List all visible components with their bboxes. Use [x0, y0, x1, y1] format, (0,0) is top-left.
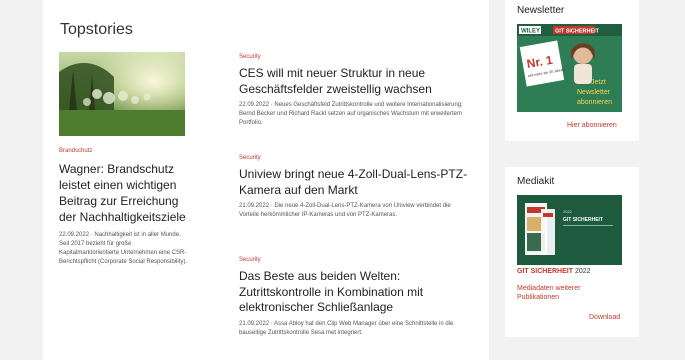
category-tag[interactable]: Brandschutz [59, 148, 189, 154]
mediakit-caption-year: 2022 [574, 268, 591, 275]
mediakit-caption: GIT SICHERHEIT 2022 [517, 268, 591, 275]
category-tag[interactable]: Security [239, 54, 469, 60]
category-tag[interactable]: Security [239, 257, 469, 263]
mediakit-brand: GIT SICHERHEIT [517, 268, 574, 275]
publications-link[interactable]: Mediadaten weiterer Publikationen [517, 284, 597, 302]
newsletter-banner-graphic: WILEY GIT SICHERHEIT Nr. 1 seit mehr als… [517, 24, 622, 112]
section-title: Topstories [60, 21, 133, 38]
widget-title: Newsletter [517, 5, 565, 16]
cta-line-3: abonnieren [577, 99, 612, 106]
article-headline[interactable]: Das Beste aus beiden Welten: Zutrittskon… [239, 269, 469, 316]
article-item[interactable]: Security CES will mit neuer Struktur in … [239, 54, 469, 128]
feature-article[interactable]: Brandschutz Wagner: Brandschutz leistet … [59, 148, 189, 267]
feature-image[interactable] [59, 52, 185, 136]
article-teaser: 21.09.2022 · Die neue 4-Zoll-Dual-Lens-P… [239, 203, 451, 218]
mediakit-heading: GIT SICHERHEIT [563, 217, 603, 223]
article-teaser: 22.09.2022 · Nachhaltigkeit ist in aller… [59, 232, 188, 265]
article-item[interactable]: Security Uniview bringt neue 4-Zoll-Dual… [239, 155, 469, 220]
category-tag[interactable]: Security [239, 155, 469, 161]
widget-title: Mediakit [517, 176, 555, 187]
cta-line-1: Jetzt [591, 79, 606, 86]
mediakit-banner[interactable]: 2022 GIT SICHERHEIT [517, 195, 622, 265]
article-headline[interactable]: Wagner: Brandschutz leistet einen wichti… [59, 161, 189, 225]
subscribe-link[interactable]: Hier abonnieren [567, 122, 617, 129]
article-headline[interactable]: CES will mit neuer Struktur in neue Gesc… [239, 66, 469, 97]
publisher-logo: WILEY [521, 29, 540, 35]
mediakit-widget: Mediakit 2022 GIT SICHERHEIT GIT SICHERH… [505, 167, 639, 337]
brand-logo: GIT SICHERHEIT [555, 29, 600, 35]
topstories-panel: Topstories Brandschutz Wagner: Brandschu… [43, 0, 489, 360]
meadow-image [59, 52, 185, 136]
article-headline[interactable]: Uniview bringt neue 4-Zoll-Dual-Lens-PTZ… [239, 167, 469, 198]
download-link[interactable]: Download [589, 314, 620, 321]
article-teaser: 21.09.2022 · Assa Abloy hat den Clip Web… [239, 320, 454, 336]
mediakit-banner-graphic: 2022 GIT SICHERHEIT [517, 195, 622, 265]
article-teaser: 22.09.2022 · Neues Geschäftsfeld Zutritt… [239, 102, 463, 126]
newsletter-widget: Newsletter WILEY GIT SICHERHEIT Nr. 1 se… [505, 0, 639, 141]
cta-line-2: Newsletter [577, 89, 611, 96]
article-item[interactable]: Security Das Beste aus beiden Welten: Zu… [239, 257, 469, 338]
newsletter-banner[interactable]: WILEY GIT SICHERHEIT Nr. 1 seit mehr als… [517, 24, 622, 112]
mediakit-year: 2022 [563, 209, 573, 214]
